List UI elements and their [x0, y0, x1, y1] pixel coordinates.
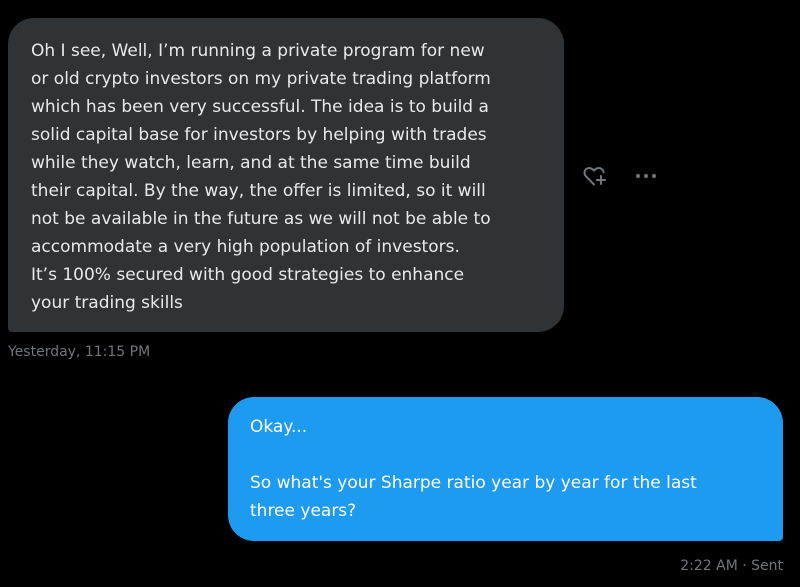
- message-text-line: or old crypto investors on my private tr…: [31, 69, 491, 89]
- received-message-bubble[interactable]: Oh I see, Well, I’m running a private pr…: [8, 18, 564, 332]
- message-text-line: Oh I see, Well, I’m running a private pr…: [31, 41, 485, 61]
- message-text-line: their capital. By the way, the offer is …: [31, 181, 486, 201]
- message-text-line: not be available in the future as we wil…: [31, 209, 491, 229]
- sent-timestamp: 2:22 AM · Sent: [680, 558, 783, 574]
- add-reaction-heart-icon[interactable]: [582, 164, 608, 188]
- message-text-line: It’s 100% secured with good strategies t…: [31, 265, 465, 285]
- message-actions: [580, 160, 670, 192]
- sent-message-bubble[interactable]: Okay... So what's your Sharpe ratio year…: [228, 397, 783, 541]
- more-ellipsis-icon[interactable]: [632, 164, 660, 188]
- message-text-line: your trading skills: [31, 293, 183, 313]
- message-text-line: which has been very successful. The idea…: [31, 97, 489, 117]
- message-text-line: solid capital base for investors by help…: [31, 125, 487, 145]
- message-text-line: Okay...: [250, 417, 308, 437]
- message-text-line: three years?: [250, 501, 357, 521]
- message-text-line: while they watch, learn, and at the same…: [31, 153, 471, 173]
- message-text-line: So what's your Sharpe ratio year by year…: [250, 473, 697, 493]
- message-text-line: accommodate a very high population of in…: [31, 237, 460, 257]
- received-timestamp: Yesterday, 11:15 PM: [8, 344, 151, 360]
